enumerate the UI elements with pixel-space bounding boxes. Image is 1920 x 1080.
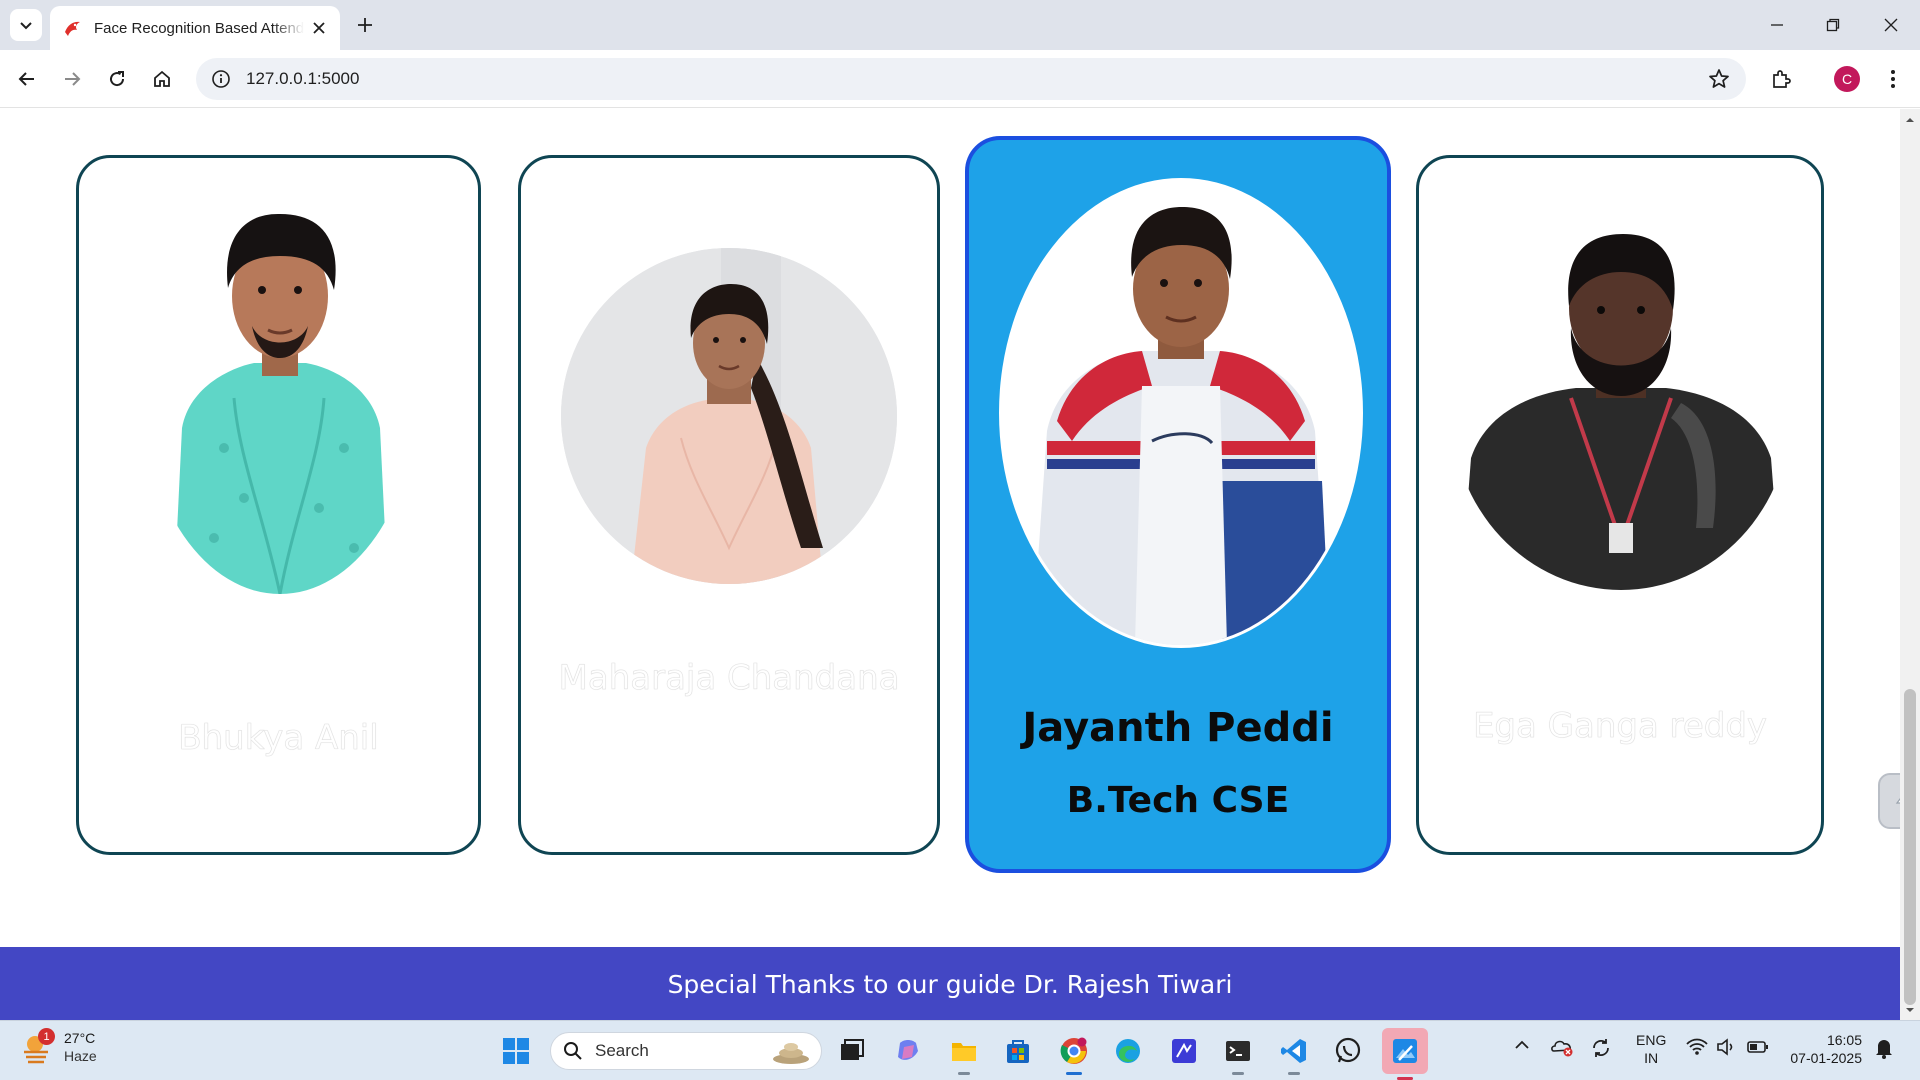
notifications-bell-icon[interactable] [1874,1037,1894,1064]
browser-tab-bar: Face Recognition Based Attendance [0,0,1920,50]
scrollbar-thumb[interactable] [1904,689,1916,1005]
arrow-right-icon [65,72,81,86]
vscode-icon[interactable] [1276,1033,1312,1075]
more-vertical-icon [1891,70,1895,88]
input-language-indicator[interactable]: ENG IN [1636,1031,1666,1067]
running-indicator [1232,1072,1244,1075]
weather-condition: Haze [64,1048,97,1064]
restore-icon [1826,18,1840,32]
home-button[interactable] [147,64,177,94]
team-card-active[interactable]: Jayanth Peddi B.Tech CSE [966,137,1390,872]
browser-tab[interactable]: Face Recognition Based Attendance [50,6,340,50]
region-code: IN [1644,1050,1659,1066]
member-role: B.Tech CSE [1066,780,1290,821]
photo-app-icon[interactable] [1382,1028,1428,1080]
app-favicon-icon [62,18,82,38]
member-photo [561,248,897,584]
whatsapp-icon[interactable] [1330,1033,1366,1069]
tab-search-button[interactable] [10,9,42,41]
wifi-icon[interactable] [1686,1037,1708,1062]
browser-toolbar: 127.0.0.1:5000 C [0,50,1920,108]
restore-button[interactable] [1818,10,1848,40]
volume-icon[interactable] [1716,1037,1738,1062]
member-name: Maharaja Chandana [558,658,900,699]
reload-icon [110,71,125,87]
code-editor-icon[interactable] [1166,1033,1202,1069]
minimize-button[interactable] [1762,10,1792,40]
taskbar-search-box[interactable]: Search [550,1032,822,1070]
plus-icon [358,18,372,32]
puzzle-icon [1773,70,1791,88]
new-tab-button[interactable] [352,12,378,38]
system-clock[interactable]: 16:05 07-01-2025 [1782,1031,1862,1067]
task-view-icon[interactable] [834,1033,870,1069]
weather-temperature: 27°C [64,1030,96,1046]
scroll-down-icon[interactable] [1905,1005,1915,1015]
home-icon [154,70,170,87]
clock-date: 07-01-2025 [1790,1050,1862,1066]
member-photo [144,198,416,594]
close-icon [1884,18,1898,32]
page-scrollbar[interactable] [1900,109,1920,1021]
forward-button[interactable] [57,64,87,94]
terminal-icon[interactable] [1220,1033,1256,1075]
page-viewport: Bhukya Anil Maharaja Chandana Jayanth Pe… [0,109,1920,1021]
team-card[interactable]: Ega Ganga reddy [1416,155,1824,855]
scroll-up-icon[interactable] [1905,115,1915,125]
show-hidden-icons-icon[interactable] [1514,1037,1530,1058]
extensions-button[interactable] [1766,64,1796,94]
team-card[interactable]: Maharaja Chandana [518,155,940,855]
copilot-icon[interactable] [890,1033,926,1069]
member-photo [999,178,1363,648]
url-text[interactable]: 127.0.0.1:5000 [246,69,359,89]
page-footer: Special Thanks to our guide Dr. Rajesh T… [0,947,1900,1021]
running-indicator [1288,1072,1300,1075]
close-window-button[interactable] [1876,10,1906,40]
chevron-down-icon [20,22,32,30]
member-name: Bhukya Anil [178,718,379,759]
arrow-left-icon [18,72,34,86]
battery-icon[interactable] [1746,1037,1770,1062]
minimize-icon [1771,24,1783,26]
language-code: ENG [1636,1032,1667,1048]
bookmark-star-icon[interactable] [1708,68,1730,90]
weather-widget[interactable]: 1 27°C Haze [20,1028,97,1065]
close-tab-icon[interactable] [310,19,328,37]
back-button[interactable] [12,64,42,94]
tab-title: Face Recognition Based Attendance [94,19,304,37]
team-card[interactable]: Bhukya Anil [76,155,481,855]
browser-menu-button[interactable] [1880,64,1906,94]
footer-text: Special Thanks to our guide Dr. Rajesh T… [667,969,1233,999]
address-bar[interactable]: 127.0.0.1:5000 [196,58,1746,100]
reload-button[interactable] [102,64,132,94]
search-highlight-icon [773,1043,809,1064]
onedrive-offline-icon[interactable] [1550,1037,1574,1062]
profile-avatar[interactable]: C [1834,66,1860,92]
windows-logo-icon [503,1038,529,1064]
chrome-icon[interactable] [1056,1033,1092,1075]
site-info-icon[interactable] [210,68,232,90]
sync-icon[interactable] [1590,1037,1612,1064]
start-button[interactable] [498,1033,534,1069]
edge-icon[interactable] [1110,1033,1146,1069]
file-explorer-icon[interactable] [946,1033,982,1075]
haze-weather-icon: 1 [20,1028,55,1064]
weather-notification-badge: 1 [38,1028,55,1045]
running-indicator [1066,1072,1082,1075]
search-label: Search [595,1041,649,1060]
member-name: Jayanth Peddi [1022,705,1334,751]
member-name: Ega Ganga reddy [1472,706,1768,747]
running-indicator [958,1072,970,1075]
search-icon [564,1042,582,1060]
member-photo [1451,228,1791,590]
microsoft-store-icon[interactable] [1000,1033,1036,1069]
windows-taskbar: 1 27°C Haze Search ENG IN 16:05 07-01-20… [0,1020,1920,1080]
clock-time: 16:05 [1826,1032,1862,1048]
